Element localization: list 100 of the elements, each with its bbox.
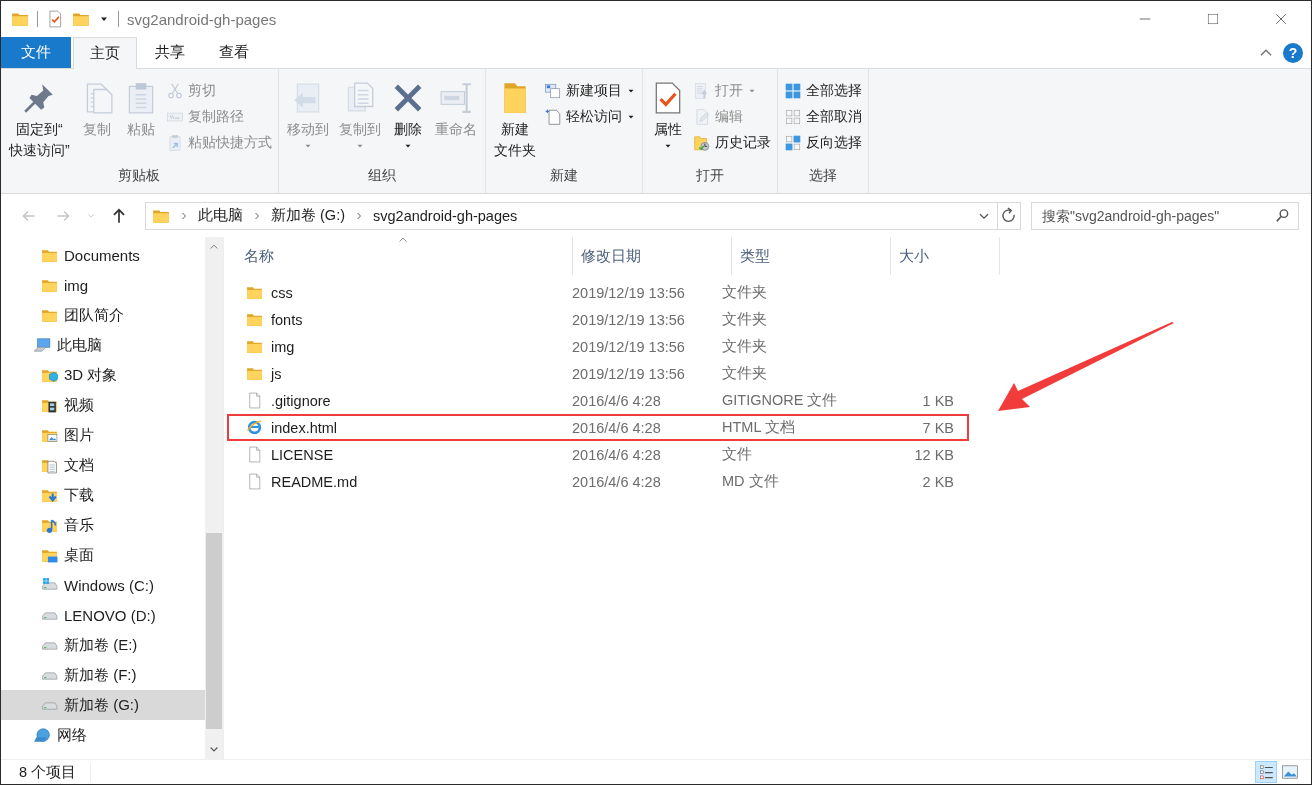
nav-item[interactable]: 图片 xyxy=(1,420,205,450)
group-label: 剪贴板 xyxy=(117,167,162,185)
window-title: svg2android-gh-pages xyxy=(127,10,277,28)
file-icon xyxy=(246,392,263,409)
ribbon-button[interactable]: 固定到“ 快速访问” xyxy=(7,73,72,161)
type-cell-text: 文件夹 xyxy=(721,283,768,302)
scrollbar[interactable] xyxy=(205,237,223,759)
ribbon-button[interactable]: 新建 文件夹 xyxy=(491,73,538,161)
close-icon xyxy=(1274,12,1288,26)
breadcrumb[interactable]: 新加卷 (G:) xyxy=(271,206,345,225)
nav-item[interactable]: 3D 对象 xyxy=(1,360,205,390)
file-name[interactable]: .gitignore xyxy=(271,392,331,409)
column-header[interactable]: 修改日期 xyxy=(573,237,732,275)
type-cell-text: 文件夹 xyxy=(721,364,768,383)
group-label: 选择 xyxy=(807,167,838,185)
nav-item[interactable]: 新加卷 (E:) xyxy=(1,630,205,660)
folder-icon xyxy=(246,311,263,328)
grid-icon xyxy=(783,107,802,126)
file-name[interactable]: img xyxy=(271,338,295,355)
nav-item[interactable]: 下载 xyxy=(1,480,205,510)
nav-item[interactable]: 桌面 xyxy=(1,540,205,570)
maximize-icon xyxy=(1206,12,1220,26)
ribbon-button[interactable]: 新建项目 xyxy=(543,79,636,102)
type-cell-text: 文件 xyxy=(721,445,753,464)
folder-icon xyxy=(246,284,263,301)
refresh-button[interactable] xyxy=(997,201,1021,230)
nav-item[interactable]: 网络 xyxy=(1,720,205,750)
help-button[interactable]: ? xyxy=(1283,42,1303,63)
size-cell-text: 2 KB xyxy=(921,473,955,490)
grid-icon xyxy=(783,81,802,100)
folder-icon xyxy=(246,338,263,355)
date-cell-text: 2016/4/6 4:28 xyxy=(571,446,662,463)
date-cell-text: 2019/12/19 13:56 xyxy=(571,284,686,301)
file-name[interactable]: LICENSE xyxy=(271,446,334,463)
group-label: 打开 xyxy=(694,167,725,185)
folder-icon xyxy=(11,10,29,28)
folder-clock-icon xyxy=(692,133,711,152)
nav-item[interactable]: 文档 xyxy=(1,450,205,480)
size-cell-text: 1 KB xyxy=(921,392,955,409)
folder-icon xyxy=(246,365,263,382)
breadcrumb[interactable]: 此电脑 xyxy=(198,206,243,225)
ribbon-button[interactable]: 轻松访问 xyxy=(543,105,636,128)
checked-page-icon[interactable] xyxy=(46,10,64,28)
column-header[interactable]: 类型 xyxy=(732,237,891,275)
group-label: 组织 xyxy=(366,167,397,185)
date-cell-text: 2019/12/19 13:56 xyxy=(571,338,686,355)
nav-item[interactable]: 团队简介 xyxy=(1,300,205,330)
details-view-icon xyxy=(1257,763,1275,781)
date-cell-text: 2016/4/6 4:28 xyxy=(571,419,662,436)
item-count: 8 个项目 xyxy=(19,762,92,782)
search-icon xyxy=(1275,208,1290,223)
grid-icon xyxy=(783,133,802,152)
size-cell-text: 12 KB xyxy=(913,446,955,463)
ribbon-button[interactable]: 全部取消 xyxy=(783,105,862,128)
file-name[interactable]: fonts xyxy=(271,311,303,328)
date-cell-text: 2019/12/19 13:56 xyxy=(571,311,686,328)
computer-icon xyxy=(33,336,51,354)
file-icon xyxy=(246,473,263,490)
ribbon-tab[interactable]: 共享 xyxy=(139,37,201,68)
browser-file-icon xyxy=(246,419,263,436)
nav-item[interactable]: 新加卷 (G:) xyxy=(1,690,205,720)
ribbon-button[interactable]: 全部选择 xyxy=(783,79,862,102)
ribbon-tab[interactable]: 主页 xyxy=(73,37,137,69)
rename-icon xyxy=(438,81,473,115)
nav-item[interactable]: LENOVO (D:) xyxy=(1,600,205,630)
file-name[interactable]: README.md xyxy=(271,473,358,490)
nav-item[interactable]: 新加卷 (F:) xyxy=(1,660,205,690)
nav-item[interactable]: img xyxy=(1,270,205,300)
nav-item[interactable]: Windows (C:) xyxy=(1,570,205,600)
file-name[interactable]: index.html xyxy=(271,419,338,436)
nav-item[interactable]: 音乐 xyxy=(1,510,205,540)
folder-icon[interactable] xyxy=(72,10,90,28)
group-label: 新建 xyxy=(548,167,579,185)
nav-item[interactable]: 视频 xyxy=(1,390,205,420)
refresh-icon xyxy=(1000,206,1018,225)
ribbon-button[interactable]: 删除 xyxy=(388,73,427,151)
type-cell-text: GITIGNORE 文件 xyxy=(721,391,839,410)
date-cell-text: 2016/4/6 4:28 xyxy=(571,473,662,490)
ribbon-tab[interactable]: 查看 xyxy=(203,37,265,68)
type-cell-text: 文件夹 xyxy=(721,337,768,356)
nav-item[interactable]: 此电脑 xyxy=(1,330,205,360)
window-icon xyxy=(543,81,562,100)
thumbnail-view-icon xyxy=(1281,763,1299,781)
ribbon-button[interactable]: 反向选择 xyxy=(783,131,862,154)
network-icon xyxy=(33,726,51,744)
search-field[interactable]: 搜索"svg2android-gh-pages" xyxy=(1031,201,1299,230)
date-cell-text: 2016/4/6 4:28 xyxy=(571,392,662,409)
size-cell-text: 7 KB xyxy=(921,419,955,436)
column-header[interactable]: 名称 xyxy=(234,237,573,275)
file-name[interactable]: css xyxy=(271,284,293,301)
details-view-button[interactable] xyxy=(1255,761,1277,783)
file-name[interactable]: js xyxy=(271,365,282,382)
scissors-icon xyxy=(165,81,184,100)
file-menu-tab[interactable]: 文件 xyxy=(1,37,71,68)
column-header[interactable]: 大小 xyxy=(891,237,1000,275)
nav-item[interactable]: Documents xyxy=(1,240,205,270)
ribbon-button[interactable]: 历史记录 xyxy=(692,131,771,154)
address-field[interactable]: 此电脑 新加卷 (G:) svg2android-gh-pages xyxy=(145,201,998,230)
breadcrumb[interactable]: svg2android-gh-pages xyxy=(373,207,518,224)
ribbon-button[interactable]: 属性 xyxy=(648,73,687,151)
